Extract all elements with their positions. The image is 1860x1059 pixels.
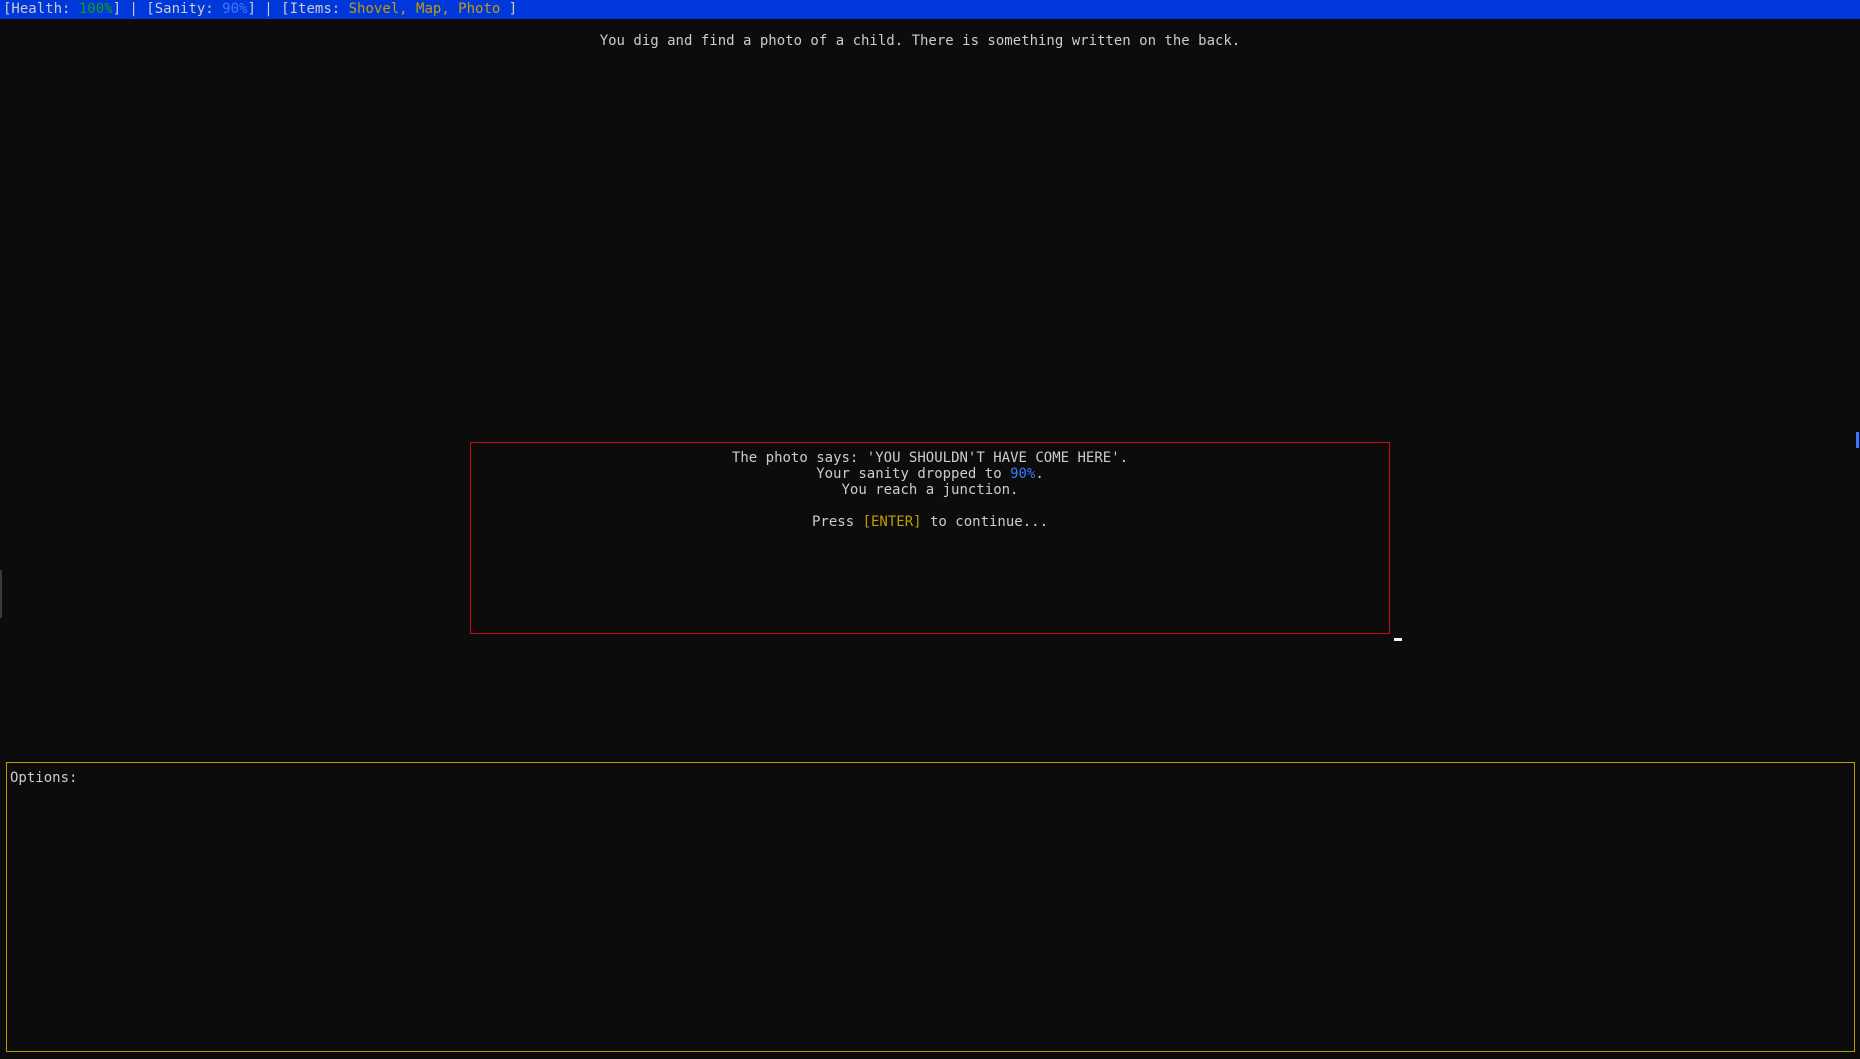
sanity-value: 90%	[222, 1, 248, 17]
items-close: ]	[500, 1, 518, 17]
sanity-label: [Sanity:	[146, 1, 223, 17]
enter-key-hint[interactable]: [ENTER]	[863, 514, 922, 530]
options-title: Options:	[10, 770, 78, 786]
sanity-dropped-value: 90%	[1010, 466, 1036, 482]
dialog-lines: The photo says: 'YOU SHOULDN'T HAVE COME…	[471, 450, 1389, 530]
continue-prompt[interactable]: Press [ENTER] to continue...	[471, 514, 1389, 530]
items-label: [Items:	[281, 1, 349, 17]
sanity-close: ] |	[247, 1, 282, 17]
dialog-spacer	[471, 498, 1389, 514]
status-bar: [Health: 100%] | [Sanity: 90%] | [Items:…	[0, 0, 1860, 19]
dialog-photo-message: The photo says: 'YOU SHOULDN'T HAVE COME…	[731, 450, 1129, 466]
dialog-junction-line: You reach a junction.	[841, 482, 1019, 498]
left-edge-marker	[0, 570, 2, 618]
scrollbar-marker[interactable]	[1856, 432, 1859, 448]
event-dialog: The photo says: 'YOU SHOULDN'T HAVE COME…	[470, 442, 1390, 634]
dialog-sanity-line: Your sanity dropped to 90%.	[471, 466, 1389, 482]
health-close: ] |	[112, 1, 147, 17]
narration-text: You dig and find a photo of a child. The…	[599, 33, 1241, 49]
text-cursor	[1394, 638, 1402, 641]
health-value: 100%	[78, 1, 113, 17]
continue-prompt-prefix: Press	[811, 514, 863, 530]
health-label: [Health:	[3, 1, 79, 17]
options-panel: Options:	[6, 762, 1855, 1052]
continue-prompt-suffix: to continue...	[921, 514, 1049, 530]
sanity-dropped-suffix: .	[1035, 466, 1044, 482]
items-value: Shovel, Map, Photo	[348, 1, 501, 17]
sanity-dropped-text: Your sanity dropped to	[816, 466, 1011, 482]
